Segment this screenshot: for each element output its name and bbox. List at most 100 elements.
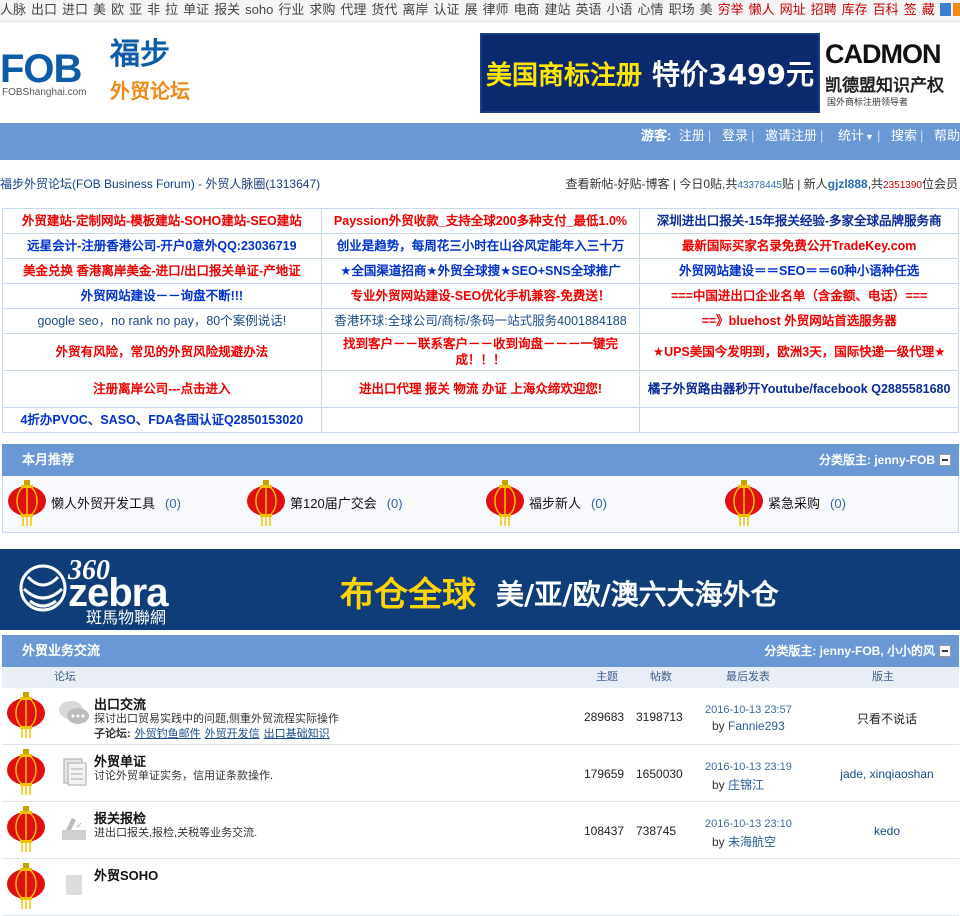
top-link-red[interactable]: 库存 [842, 0, 868, 20]
top-link[interactable]: 展 [464, 0, 477, 20]
member-unit: 位会员 [921, 177, 958, 191]
moderator-link[interactable]: kedo [822, 824, 952, 838]
forum-title-link[interactable]: 外贸SOHO [94, 865, 158, 884]
top-link[interactable]: 律师 [482, 0, 508, 20]
top-link[interactable]: 心情 [638, 0, 664, 20]
recommend-label[interactable]: 福步新人 [529, 496, 581, 511]
top-link[interactable]: 货代 [371, 0, 397, 20]
help-link[interactable]: 帮助 [934, 128, 960, 143]
view-posts-link[interactable]: 查看新帖-好贴-博客 [566, 177, 670, 191]
invite-register-link[interactable]: 邀请注册 [765, 128, 817, 143]
text-ad-link[interactable]: 香港环球:全球公司/商标/条码一站式服务4001884188 [320, 308, 641, 334]
top-link[interactable]: 美 [700, 0, 713, 20]
top-link-red[interactable]: 网址 [780, 0, 806, 20]
last-post-user-link[interactable]: Fannie293 [728, 719, 785, 733]
last-post-date-link[interactable]: 2016-10-13 23:10 [705, 818, 792, 830]
text-ad-link[interactable]: 深圳进出口报关-15年报关经验-多家全球品牌服务商 [639, 208, 959, 234]
newbie-name-link[interactable]: gjzl888 [828, 177, 868, 191]
text-ad-link[interactable]: 4折办PVOC、SASO、FDA各国认证Q2850153020 [2, 407, 322, 433]
forum-title-link[interactable]: 福步外贸论坛(FOB Business Forum) [0, 177, 195, 191]
top-link[interactable]: 人脉 [0, 0, 26, 20]
top-link[interactable]: 代理 [340, 0, 366, 20]
top-link[interactable]: 欧 [111, 0, 124, 20]
top-link[interactable]: 离岸 [402, 0, 428, 20]
last-post-user-link[interactable]: 庄锦江 [728, 778, 764, 792]
top-link[interactable]: 出口 [31, 0, 57, 20]
text-ad-link[interactable]: ===中国进出口企业名单（含金额、电话）=== [639, 283, 959, 309]
cadmon-logo[interactable]: CADMON 凯德盟知识产权 国外商标注册领导者 [825, 33, 955, 113]
top-link[interactable]: 英语 [576, 0, 602, 20]
ad-main-text: 美国商标注册 [486, 60, 643, 91]
section-title[interactable]: 外贸业务交流 [22, 635, 100, 667]
trademark-ad-banner[interactable]: 美国商标注册 特价3499元 [480, 33, 820, 113]
top-link[interactable]: 求购 [309, 0, 335, 20]
zebra-ad-banner[interactable]: 360 zebra 斑馬物聯網 布仓全球 美/亚/欧/澳六大海外仓 [0, 549, 960, 630]
subforum-list: 子论坛: 外贸钓鱼邮件 外贸开发信 出口基础知识 [94, 725, 330, 741]
text-ad-link[interactable]: 专业外贸网站建设-SEO优化手机兼容-免费送！ [320, 283, 641, 309]
top-link[interactable]: 电商 [513, 0, 539, 20]
text-ad-link[interactable]: 美金兑换 香港离岸美金-进口/出口报关单证-产地证 [2, 258, 322, 284]
top-link-red[interactable]: 招聘 [811, 0, 837, 20]
text-ad-link[interactable]: 外贸建站-定制网站-模板建站-SOHO建站-SEO建站 [2, 208, 322, 234]
register-link[interactable]: 注册 [679, 128, 705, 143]
stats-menu[interactable]: 统计▼ [834, 128, 874, 143]
text-ads-table: 外贸建站-定制网站-模板建站-SOHO建站-SEO建站 Payssion外贸收款_… [2, 208, 959, 433]
top-link[interactable]: 行业 [278, 0, 304, 20]
moderator-link[interactable]: 只看不说话 [822, 710, 952, 727]
last-post-date-link[interactable]: 2016-10-13 23:19 [705, 761, 792, 773]
recommend-item[interactable]: 紧急采购 (0) [724, 480, 846, 528]
text-ad-link[interactable]: 最新国际买家名录免费公开TradeKey.com [639, 233, 959, 259]
bookmark-icon[interactable] [939, 3, 951, 16]
text-ad-link[interactable]: 外贸网站建设－－询盘不断!!! [2, 283, 322, 309]
top-link[interactable]: soho [245, 0, 273, 20]
top-link[interactable]: 报关 [214, 0, 240, 20]
text-ad-link[interactable]: 外贸有风险，常见的外贸风险规避办法 [2, 333, 322, 371]
text-ad-link[interactable]: google seo，no rank no pay，80个案例说话! [2, 308, 322, 334]
subforum-link[interactable]: 外贸开发信 [205, 728, 260, 740]
last-post-user-link[interactable]: 未海航空 [728, 835, 776, 849]
recommend-label[interactable]: 懒人外贸开发工具 [51, 496, 155, 511]
top-link[interactable]: 认证 [433, 0, 459, 20]
text-ad-link[interactable]: ★UPS美国今发明到，欧洲3天，国际快递一级代理★ [639, 333, 959, 371]
top-link[interactable]: 单证 [183, 0, 209, 20]
subforum-link[interactable]: 外贸钓鱼邮件 [135, 728, 201, 740]
top-link-red[interactable]: 懒人 [749, 0, 775, 20]
top-link[interactable]: 亚 [129, 0, 142, 20]
collapse-icon[interactable] [939, 645, 951, 657]
text-ad-link[interactable]: 橘子外贸路由器秒开Youtube/facebook Q2885581680 [639, 370, 959, 408]
login-link[interactable]: 登录 [722, 128, 748, 143]
home-icon[interactable] [952, 3, 960, 16]
text-ad-link[interactable]: ★全国渠道招商★外贸全球搜★SEO+SNS全球推广 [320, 258, 641, 284]
text-ad-link[interactable]: 创业是趋势，每周花三小时在山谷风定能年入三十万 [320, 233, 641, 259]
top-link-red[interactable]: 藏 [922, 0, 935, 20]
recommend-label[interactable]: 第120届广交会 [290, 496, 377, 511]
text-ad-link[interactable]: ==》bluehost 外贸网站首选服务器 [639, 308, 959, 334]
top-link[interactable]: 拉 [165, 0, 178, 20]
top-link[interactable]: 进口 [62, 0, 88, 20]
top-link-red[interactable]: 百科 [873, 0, 899, 20]
search-link[interactable]: 搜索 [891, 128, 917, 143]
top-link[interactable]: 小语 [607, 0, 633, 20]
recommend-item[interactable]: 第120届广交会 (0) [246, 480, 403, 528]
last-post-date-link[interactable]: 2016-10-13 23:57 [705, 704, 792, 716]
recommend-label[interactable]: 紧急采购 [768, 496, 820, 511]
text-ad-link[interactable]: 注册离岸公司---点击进入 [2, 370, 322, 408]
top-link-red[interactable]: 签 [904, 0, 917, 20]
site-logo[interactable]: FOB FOBShanghai.com 福步 外贸论坛 [0, 27, 200, 112]
collapse-icon[interactable] [939, 454, 951, 466]
text-ad-link[interactable]: 进出口代理 报关 物流 办证 上海众缔欢迎您! [320, 370, 641, 408]
text-ad-link[interactable]: Payssion外贸收款_支持全球200多种支付_最低1.0% [320, 208, 641, 234]
text-ad-link[interactable]: 远星会计-注册香港公司-开户0意外QQ:23036719 [2, 233, 322, 259]
moderator-link[interactable]: jade, xinqiaoshan [822, 767, 952, 781]
circle-link[interactable]: 外贸人脉圈 [205, 177, 265, 191]
top-link[interactable]: 非 [147, 0, 160, 20]
text-ad-link[interactable]: 找到客户－－联系客户－－收到询盘－－－一键完成！！！ [320, 333, 641, 371]
recommend-item[interactable]: 福步新人 (0) [485, 480, 607, 528]
top-link[interactable]: 美 [93, 0, 106, 20]
top-link-red[interactable]: 穷举 [718, 0, 744, 20]
top-link[interactable]: 职场 [669, 0, 695, 20]
subforum-link[interactable]: 出口基础知识 [264, 728, 330, 740]
text-ad-link[interactable]: 外贸网站建设＝＝SEO＝＝60种小语种任选 [639, 258, 959, 284]
recommend-item[interactable]: 懒人外贸开发工具 (0) [7, 480, 181, 528]
top-link[interactable]: 建站 [545, 0, 571, 20]
